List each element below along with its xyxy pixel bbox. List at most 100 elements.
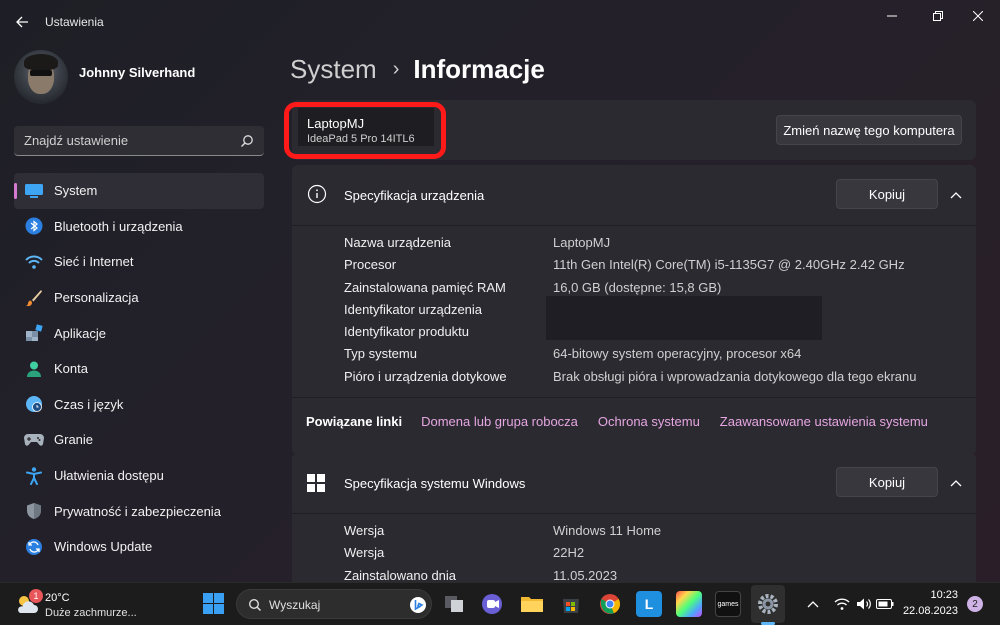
spec-value[interactable]: Brak obsługi pióra i wprowadzania dotyko…	[553, 369, 917, 384]
spec-label: Wersja	[344, 545, 385, 561]
info-icon	[307, 184, 327, 204]
spec-row: Typ systemu 64-bitowy system operacyjny, …	[344, 342, 964, 364]
spec-row: Nazwa urządzenia LaptopMJ	[344, 231, 964, 253]
battery-icon[interactable]	[876, 595, 894, 613]
search-input[interactable]	[14, 126, 234, 155]
spec-value[interactable]: 22H2	[553, 545, 584, 560]
sidebar-item-bluetooth[interactable]: Bluetooth i urządzenia	[14, 209, 264, 245]
sidebar-item-time-language[interactable]: Czas i język	[14, 387, 264, 423]
folder-icon[interactable]	[519, 591, 545, 617]
wifi-icon[interactable]	[833, 595, 851, 613]
related-links: Powiązane linki Domena lub grupa robocza…	[306, 414, 948, 429]
sidebar-item-system[interactable]: System	[14, 173, 264, 209]
minimize-button[interactable]	[872, 4, 912, 28]
rename-pc-button[interactable]: Zmień nazwę tego komputera	[776, 115, 962, 145]
volume-icon[interactable]	[855, 595, 873, 613]
user-profile[interactable]: Johnny Silverhand	[14, 50, 264, 106]
spec-row: Zainstalowana pamięć RAM 16,0 GB (dostępn…	[344, 276, 964, 298]
sidebar-item-apps[interactable]: Aplikacje	[14, 315, 264, 351]
spec-label: Zainstalowana pamięć RAM	[344, 279, 506, 295]
spec-value[interactable]: 16,0 GB (dostępne: 15,8 GB)	[553, 280, 721, 295]
sidebar-item-label: Personalizacja	[54, 290, 139, 306]
sidebar-item-personalization[interactable]: Personalizacja	[14, 280, 264, 316]
copy-device-spec-button[interactable]: Kopiuj	[836, 179, 938, 209]
copy-windows-spec-button[interactable]: Kopiuj	[836, 467, 938, 497]
maximize-button[interactable]	[918, 4, 958, 28]
weather-widget[interactable]: 1 20°C Duże zachmurze...	[14, 587, 174, 623]
games-icon[interactable]: games	[715, 591, 741, 617]
collapse-windows-spec-button[interactable]	[946, 473, 966, 493]
clock-date[interactable]: 22.08.2023	[898, 605, 958, 617]
breadcrumb-parent[interactable]: System	[290, 54, 377, 85]
sidebar-item-accounts[interactable]: Konta	[14, 351, 264, 387]
link-domain-workgroup[interactable]: Domena lub grupa robocza	[421, 414, 578, 429]
monitor-icon	[24, 181, 44, 201]
device-spec-header[interactable]: Specyfikacja urządzenia Kopiuj	[292, 165, 976, 225]
related-links-label: Powiązane linki	[306, 414, 403, 429]
spec-row: Procesor 11th Gen Intel(R) Core(TM) i5-11…	[344, 253, 964, 275]
weather-badge: 1	[29, 589, 43, 603]
sidebar-item-label: Ułatwienia dostępu	[54, 468, 164, 484]
spec-row: Pióro i urządzenia dotykowe Brak obsługi …	[344, 365, 964, 387]
l-app-icon[interactable]: L	[636, 591, 662, 617]
page-title: Informacje	[413, 53, 545, 84]
sidebar-item-windows-update[interactable]: Windows Update	[14, 529, 264, 565]
close-button[interactable]	[958, 4, 998, 28]
collapse-device-spec-button[interactable]	[946, 185, 966, 205]
windows-spec-rows: Wersja Windows 11 Home Wersja 22H2 Zainsta…	[344, 519, 964, 582]
link-advanced-system-settings[interactable]: Zaawansowane ustawienia systemu	[720, 414, 928, 429]
sidebar-item-privacy[interactable]: Prywatność i zabezpieczenia	[14, 493, 264, 529]
spec-label: Nazwa urządzenia	[344, 235, 451, 250]
bluetooth-icon	[24, 216, 44, 236]
shield-icon	[24, 501, 44, 521]
link-system-protection[interactable]: Ochrona systemu	[598, 414, 700, 429]
sidebar-item-label: Sieć i Internet	[54, 254, 134, 270]
tray-overflow-button[interactable]	[804, 595, 822, 613]
spec-value[interactable]: 11.05.2023	[553, 568, 617, 582]
sidebar-item-label: Prywatność i zabezpieczenia	[54, 503, 221, 519]
windows-spec-header[interactable]: Specyfikacja systemu Windows Kopiuj	[292, 453, 976, 513]
file-explorer-icon[interactable]	[441, 591, 467, 617]
sidebar-item-gaming[interactable]: Granie	[14, 422, 264, 458]
sidebar-item-label: Aplikacje	[54, 325, 107, 341]
accessibility-icon	[24, 466, 44, 486]
app-title: Ustawienia	[45, 15, 104, 29]
store-icon[interactable]	[558, 591, 584, 617]
taskbar-search[interactable]: Wyszukaj	[236, 589, 432, 619]
notification-badge[interactable]: 2	[967, 596, 983, 612]
wifi-icon	[24, 252, 44, 272]
sidebar-item-label: Czas i język	[54, 396, 124, 412]
settings-search[interactable]	[14, 126, 264, 156]
spec-row: Wersja Windows 11 Home	[344, 519, 964, 541]
taskbar-search-label: Wyszukaj	[269, 598, 321, 612]
close-icon	[973, 11, 983, 21]
search-icon	[241, 135, 253, 147]
spec-label: Identyfikator produktu	[344, 324, 470, 340]
chrome-icon[interactable]	[597, 591, 623, 617]
chevron-up-icon	[950, 192, 962, 199]
spec-value[interactable]: Windows 11 Home	[553, 523, 661, 538]
back-button[interactable]	[10, 10, 34, 34]
sidebar-item-accessibility[interactable]: Ułatwienia dostępu	[14, 458, 264, 494]
teams-icon[interactable]	[479, 591, 505, 617]
photo-app-icon[interactable]	[676, 591, 702, 617]
spec-label: Zainstalowano dnia	[344, 567, 457, 582]
sidebar-item-label: Konta	[54, 361, 88, 377]
start-button[interactable]	[203, 593, 224, 614]
settings-icon[interactable]	[755, 591, 781, 617]
title-bar: Ustawienia	[0, 0, 1000, 44]
arrow-left-icon	[16, 16, 28, 28]
device-spec-card: Specyfikacja urządzenia Kopiuj Nazwa urz…	[292, 165, 976, 455]
spec-label: Typ systemu	[344, 346, 417, 362]
clock-time[interactable]: 10:23	[924, 589, 958, 601]
taskbar: 1 20°C Duże zachmurze... Wyszukaj L game…	[0, 582, 1000, 625]
settings-window: Ustawienia Johnny Silverhand System Blue…	[0, 0, 1000, 582]
spec-value[interactable]: LaptopMJ	[553, 235, 610, 250]
brush-icon	[24, 288, 44, 308]
avatar	[14, 50, 68, 104]
spec-value[interactable]: 11th Gen Intel(R) Core(TM) i5-1135G7 @ 2…	[553, 257, 905, 272]
gamepad-icon	[24, 430, 44, 450]
spec-value[interactable]: 64-bitowy system operacyjny, procesor x6…	[553, 346, 801, 361]
sidebar-item-network[interactable]: Sieć i Internet	[14, 244, 264, 280]
breadcrumb-separator: ›	[392, 57, 400, 80]
